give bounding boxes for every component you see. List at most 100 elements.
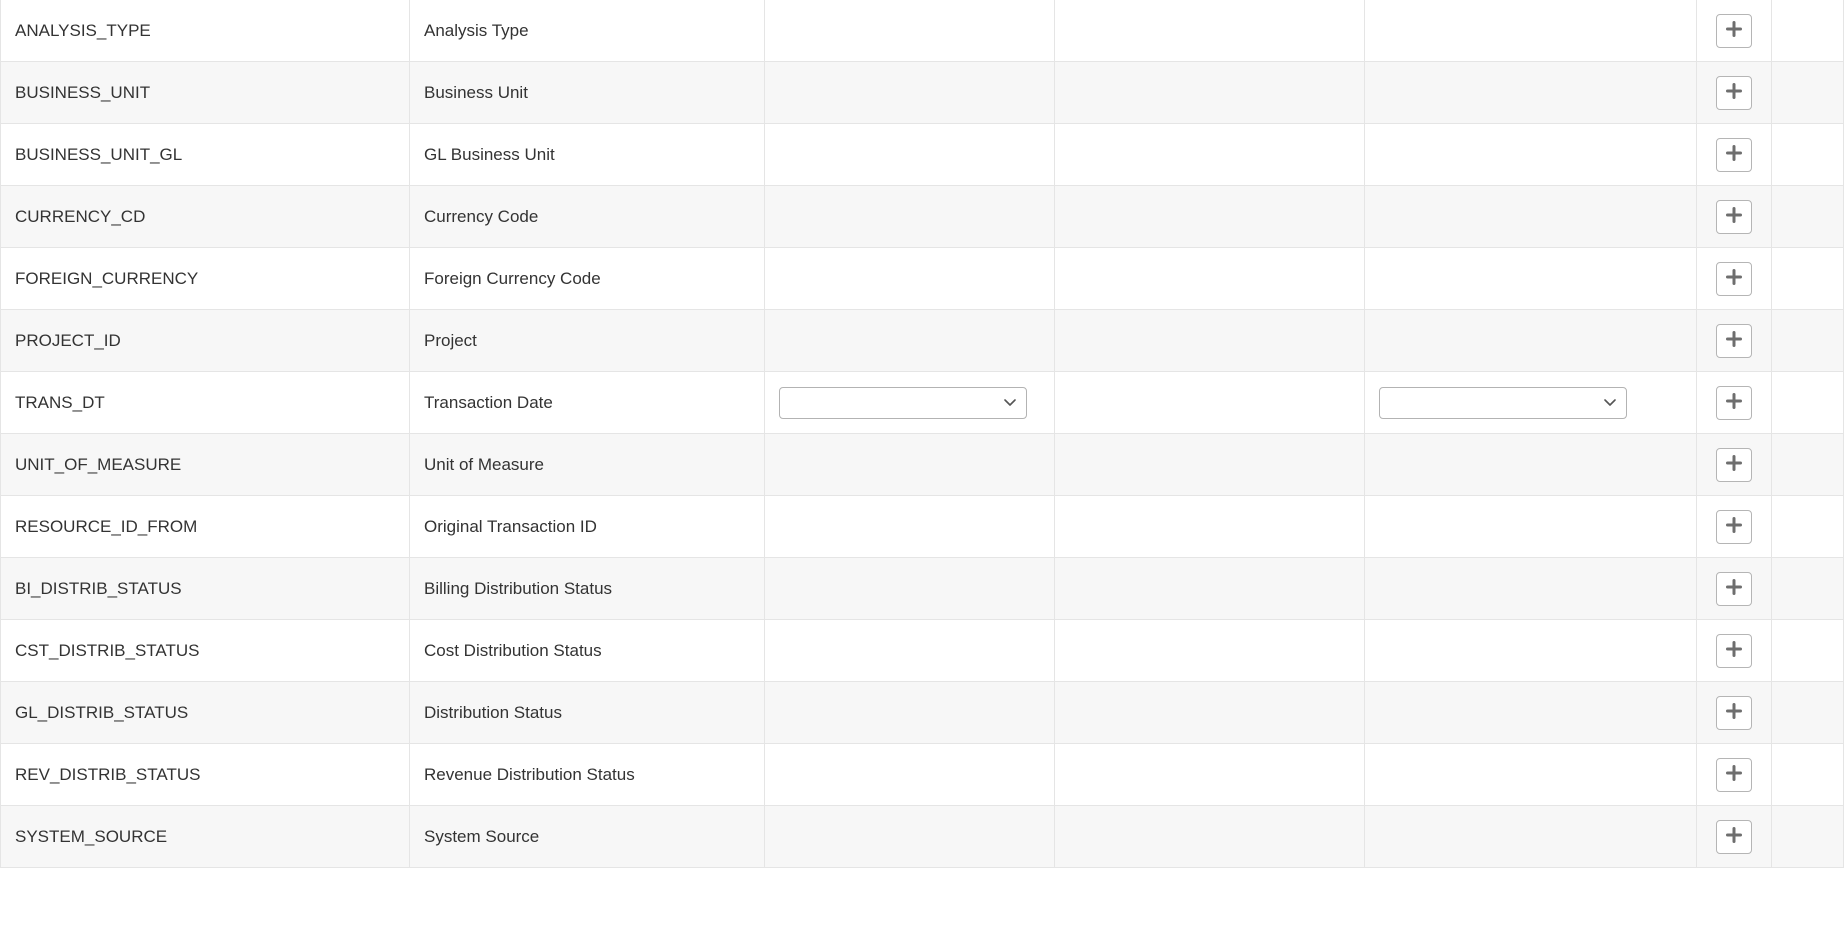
- plus-icon: [1726, 269, 1742, 288]
- filler-cell: [1772, 434, 1844, 495]
- field-code: FOREIGN_CURRENCY: [0, 248, 410, 309]
- operator-cell: [765, 186, 1055, 247]
- value-cell: [1055, 0, 1365, 61]
- action-cell: [1697, 434, 1772, 495]
- table-row: ANALYSIS_TYPEAnalysis Type: [0, 0, 1844, 62]
- value2-cell: [1365, 186, 1697, 247]
- operator-cell: [765, 682, 1055, 743]
- add-row-button[interactable]: [1716, 138, 1752, 172]
- add-row-button[interactable]: [1716, 14, 1752, 48]
- value-cell: [1055, 248, 1365, 309]
- operator-cell: [765, 248, 1055, 309]
- criteria-table: ANALYSIS_TYPEAnalysis TypeBUSINESS_UNITB…: [0, 0, 1844, 868]
- filler-cell: [1772, 0, 1844, 61]
- field-label: Revenue Distribution Status: [410, 744, 765, 805]
- value2-cell: [1365, 806, 1697, 867]
- filler-cell: [1772, 744, 1844, 805]
- action-cell: [1697, 0, 1772, 61]
- value2-cell: [1365, 0, 1697, 61]
- action-cell: [1697, 496, 1772, 557]
- value-cell: [1055, 62, 1365, 123]
- add-row-button[interactable]: [1716, 758, 1752, 792]
- field-code: BUSINESS_UNIT: [0, 62, 410, 123]
- field-label: Cost Distribution Status: [410, 620, 765, 681]
- add-row-button[interactable]: [1716, 386, 1752, 420]
- add-row-button[interactable]: [1716, 510, 1752, 544]
- field-code: REV_DISTRIB_STATUS: [0, 744, 410, 805]
- value2-cell: [1365, 248, 1697, 309]
- value-cell: [1055, 434, 1365, 495]
- value2-cell: [1365, 496, 1697, 557]
- filler-cell: [1772, 372, 1844, 433]
- field-label: Analysis Type: [410, 0, 765, 61]
- table-row: REV_DISTRIB_STATUSRevenue Distribution S…: [0, 744, 1844, 806]
- filler-cell: [1772, 682, 1844, 743]
- field-label: Distribution Status: [410, 682, 765, 743]
- value2-cell: [1365, 620, 1697, 681]
- filler-cell: [1772, 558, 1844, 619]
- operator-cell: [765, 496, 1055, 557]
- field-label: Business Unit: [410, 62, 765, 123]
- field-code: PROJECT_ID: [0, 310, 410, 371]
- action-cell: [1697, 62, 1772, 123]
- value-cell: [1055, 372, 1365, 433]
- value2-cell: [1365, 434, 1697, 495]
- field-code: UNIT_OF_MEASURE: [0, 434, 410, 495]
- value2-select[interactable]: [1379, 387, 1627, 419]
- operator-cell: [765, 434, 1055, 495]
- add-row-button[interactable]: [1716, 262, 1752, 296]
- table-row: TRANS_DTTransaction Date: [0, 372, 1844, 434]
- plus-icon: [1726, 393, 1742, 412]
- add-row-button[interactable]: [1716, 634, 1752, 668]
- operator-cell: [765, 558, 1055, 619]
- operator-cell: [765, 310, 1055, 371]
- table-row: BUSINESS_UNITBusiness Unit: [0, 62, 1844, 124]
- value2-cell: [1365, 62, 1697, 123]
- filler-cell: [1772, 620, 1844, 681]
- table-row: UNIT_OF_MEASUREUnit of Measure: [0, 434, 1844, 496]
- add-row-button[interactable]: [1716, 324, 1752, 358]
- field-code: CST_DISTRIB_STATUS: [0, 620, 410, 681]
- add-row-button[interactable]: [1716, 572, 1752, 606]
- action-cell: [1697, 186, 1772, 247]
- value-cell: [1055, 186, 1365, 247]
- field-code: GL_DISTRIB_STATUS: [0, 682, 410, 743]
- add-row-button[interactable]: [1716, 76, 1752, 110]
- operator-select[interactable]: [779, 387, 1027, 419]
- operator-cell: [765, 124, 1055, 185]
- value-cell: [1055, 310, 1365, 371]
- table-row: BI_DISTRIB_STATUSBilling Distribution St…: [0, 558, 1844, 620]
- table-row: CURRENCY_CDCurrency Code: [0, 186, 1844, 248]
- filler-cell: [1772, 310, 1844, 371]
- operator-cell: [765, 744, 1055, 805]
- field-label: Billing Distribution Status: [410, 558, 765, 619]
- action-cell: [1697, 744, 1772, 805]
- value2-cell: [1365, 310, 1697, 371]
- field-code: ANALYSIS_TYPE: [0, 0, 410, 61]
- field-code: SYSTEM_SOURCE: [0, 806, 410, 867]
- field-code: TRANS_DT: [0, 372, 410, 433]
- field-label: Unit of Measure: [410, 434, 765, 495]
- plus-icon: [1726, 827, 1742, 846]
- value2-cell: [1365, 744, 1697, 805]
- filler-cell: [1772, 124, 1844, 185]
- add-row-button[interactable]: [1716, 448, 1752, 482]
- action-cell: [1697, 248, 1772, 309]
- action-cell: [1697, 372, 1772, 433]
- add-row-button[interactable]: [1716, 696, 1752, 730]
- field-label: Transaction Date: [410, 372, 765, 433]
- add-row-button[interactable]: [1716, 200, 1752, 234]
- plus-icon: [1726, 765, 1742, 784]
- action-cell: [1697, 806, 1772, 867]
- value-cell: [1055, 558, 1365, 619]
- table-row: RESOURCE_ID_FROMOriginal Transaction ID: [0, 496, 1844, 558]
- field-code: RESOURCE_ID_FROM: [0, 496, 410, 557]
- add-row-button[interactable]: [1716, 820, 1752, 854]
- plus-icon: [1726, 331, 1742, 350]
- value-cell: [1055, 682, 1365, 743]
- value-cell: [1055, 496, 1365, 557]
- filler-cell: [1772, 186, 1844, 247]
- operator-cell: [765, 62, 1055, 123]
- plus-icon: [1726, 145, 1742, 164]
- value2-cell: [1365, 372, 1697, 433]
